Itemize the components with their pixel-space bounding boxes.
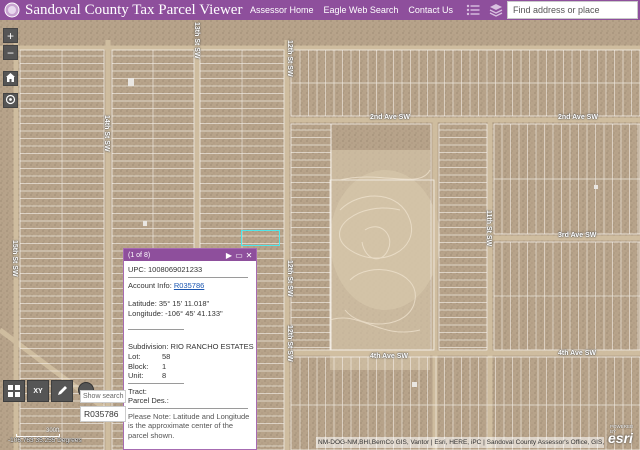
street-label-4th-ave-sw-a: 4th Ave SW: [370, 353, 408, 360]
maximize-icon[interactable]: ▭: [234, 249, 244, 261]
locate-icon: [5, 94, 16, 105]
popup-account-label: Account Info:: [128, 280, 174, 290]
search-result-value[interactable]: R035786: [80, 406, 126, 422]
nav-contact-us[interactable]: Contact Us: [408, 5, 453, 15]
street-label-15th-st-sw: 15th St SW: [11, 240, 18, 277]
street-label-12th-st-sw-a: 12th St SW: [286, 40, 293, 77]
zoom-out-button[interactable]: −: [3, 45, 18, 60]
popup-block: Block: 1: [128, 361, 167, 371]
popup-tract: Tract:: [128, 386, 147, 396]
xy-coordinate-button[interactable]: XY: [27, 380, 49, 402]
popup-upc: UPC: 1008069021233: [128, 265, 203, 274]
popup-latitude: Latitude: 35° 15' 11.018": [128, 299, 210, 309]
popup-parcel-des: Parcel Des.:: [128, 396, 169, 406]
popup-subdivision: Subdivision: RIO RANCHO ESTATES: [128, 342, 254, 352]
xy-icon: XY: [33, 387, 43, 395]
home-button[interactable]: [3, 71, 18, 86]
search-results-input[interactable]: Show search re: [80, 390, 126, 403]
popup-counter: (1 of 8): [128, 251, 151, 259]
pencil-icon: [58, 386, 67, 395]
street-label-11th-st-sw: 11th St SW: [485, 210, 492, 247]
parcel-popup: (1 of 8) ▶ ▭ ✕ UPC: 1008069021233 Accoun…: [123, 248, 257, 450]
street-label-3rd-ave-sw: 3rd Ave SW: [558, 232, 597, 239]
popup-unit: Unit: 8: [128, 371, 167, 381]
street-label-2nd-ave-sw-b: 2nd Ave SW: [558, 114, 598, 121]
esri-logo[interactable]: esri: [608, 430, 633, 446]
coordinates-readout: -106.763 35.255 Degrees: [8, 437, 82, 444]
draw-tool-button[interactable]: [51, 380, 73, 402]
app-title: Sandoval County Tax Parcel Viewer: [25, 1, 243, 18]
popup-note: Please Note: Latitude and Longitude is t…: [128, 411, 250, 440]
street-label-4th-ave-sw-b: 4th Ave SW: [558, 350, 596, 357]
county-seal-logo[interactable]: [3, 1, 21, 19]
address-search-input[interactable]: [507, 1, 638, 19]
home-icon: [6, 73, 15, 82]
close-icon[interactable]: ✕: [244, 249, 254, 261]
nav-assessor-home[interactable]: Assessor Home: [250, 5, 314, 15]
map-view[interactable]: 2nd Ave SW 2nd Ave SW 3rd Ave SW 4th Ave…: [0, 20, 640, 450]
locate-button[interactable]: [3, 93, 18, 108]
app-header: Sandoval County Tax Parcel Viewer Assess…: [0, 0, 640, 20]
aerial-imagery: [0, 20, 640, 450]
nav-eagle-web-search[interactable]: Eagle Web Search: [324, 5, 399, 15]
next-feature-icon[interactable]: ▶: [224, 249, 234, 261]
selected-parcel-highlight[interactable]: [241, 230, 280, 246]
street-label-13th-st-sw: 13th St SW: [193, 22, 200, 59]
popup-header: (1 of 8) ▶ ▭ ✕: [124, 249, 256, 261]
map-attribution[interactable]: NM-DOG-NM,BHI,BernCo GIS, Vantor | Esri,…: [316, 437, 604, 448]
popup-body: UPC: 1008069021233 Account Info: R035786…: [124, 261, 256, 444]
list-icon[interactable]: [465, 2, 481, 18]
street-label-12th-st-sw-c: 12th St SW: [286, 325, 293, 362]
account-info-link[interactable]: R035786: [174, 281, 204, 290]
popup-longitude: Longitude: -106° 45' 41.133": [128, 308, 223, 318]
street-label-14th-st-sw: 14th St SW: [103, 115, 110, 152]
layers-icon[interactable]: [488, 2, 504, 18]
street-label-12th-st-sw-b: 12th St SW: [286, 260, 293, 297]
grid-tool-button[interactable]: [3, 380, 25, 402]
popup-lot: Lot: 58: [128, 351, 171, 361]
grid-icon: [8, 385, 20, 397]
zoom-in-button[interactable]: +: [3, 28, 18, 43]
header-nav: Assessor Home Eagle Web Search Contact U…: [250, 0, 463, 20]
street-label-2nd-ave-sw-a: 2nd Ave SW: [370, 114, 410, 121]
